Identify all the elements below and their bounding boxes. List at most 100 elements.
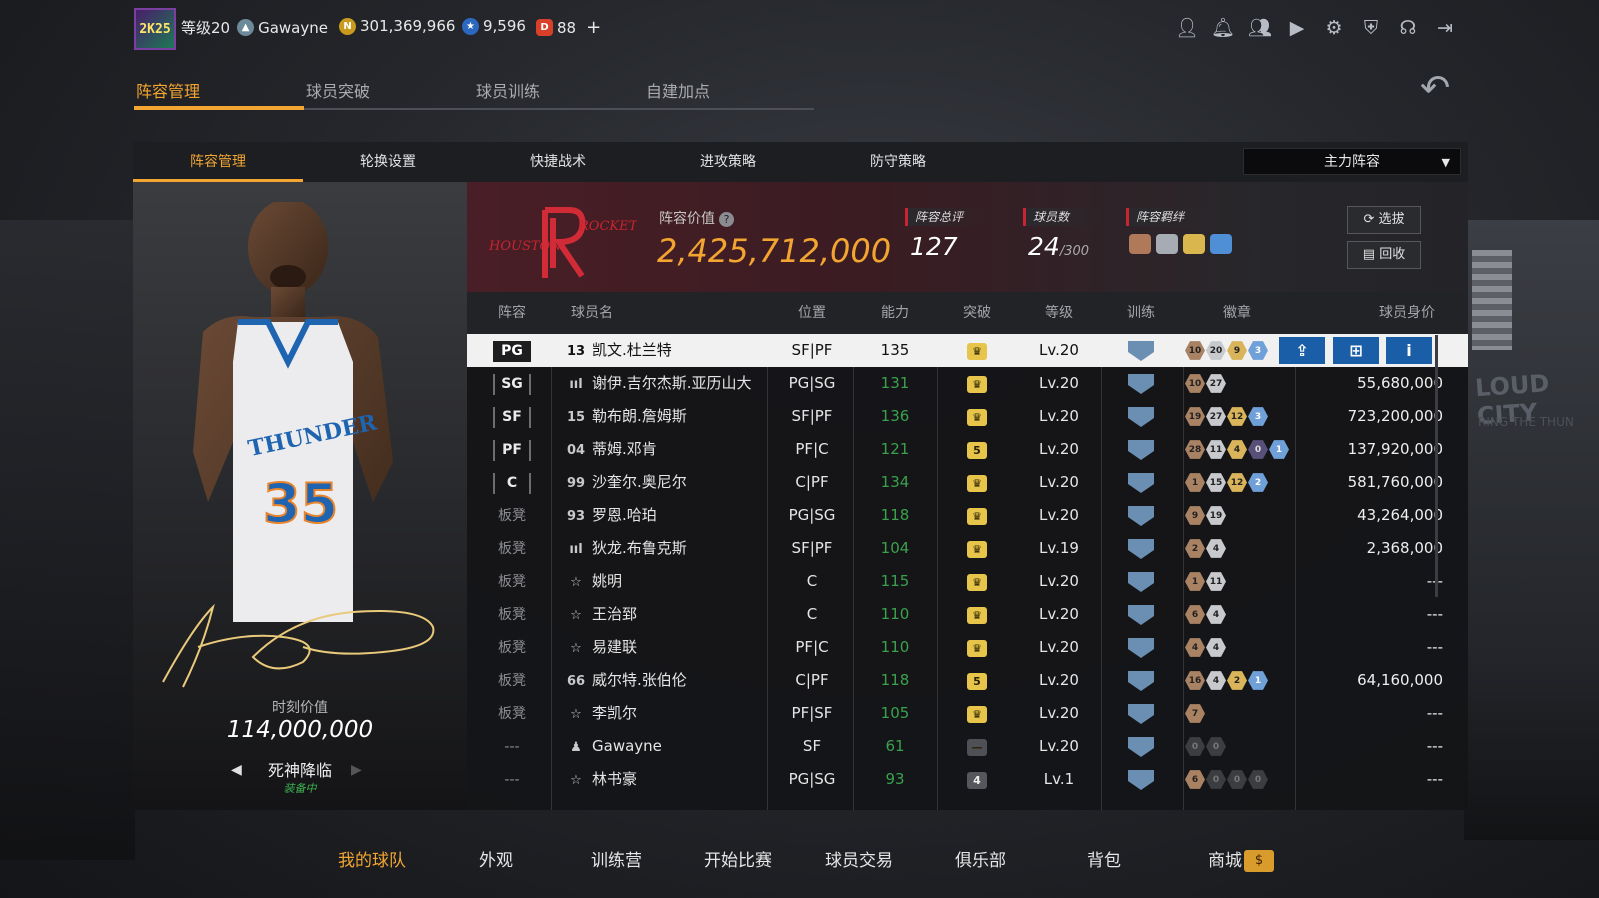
breakthrough-cell[interactable]: — [937,730,1017,763]
select-button[interactable]: ⟳ 选拔 [1347,206,1421,234]
lineup-slot[interactable]: PG [477,334,547,367]
training-cell[interactable] [1101,466,1181,499]
table-row[interactable]: SG ııl 谢伊.吉尔杰斯.亚历山大 PG|SG 131 ♛ Lv.20 10 27 55,68… [467,367,1468,400]
badge-list[interactable]: 00 [1185,730,1227,763]
nav-player-trade[interactable]: 球员交易 [825,846,893,871]
badge-list[interactable]: 10 27 [1185,367,1227,400]
training-cell[interactable] [1101,400,1181,433]
nav-club[interactable]: 俱乐部 [955,846,1006,871]
table-row[interactable]: SF 15 勒布朗.詹姆斯 SF|PF 136 ♛ Lv.20 19 27 12 3 723,200,… [467,400,1468,433]
video-icon[interactable]: ▶ [1285,16,1309,40]
table-row[interactable]: 板凳 ☆ 王治郅 C 110 ♛ Lv.20 6 4 --- [467,598,1468,631]
badge-list[interactable]: 6000 [1185,763,1269,796]
player-name-cell[interactable]: ☆ 林书豪 [565,763,765,796]
table-row[interactable]: PF 04 蒂姆.邓肯 PF|C 121 5 Lv.20 28 11 4 0 1 137,920,000 [467,433,1468,466]
col-name[interactable]: 球员名 [567,292,617,334]
breakthrough-cell[interactable]: 5 [937,664,1017,697]
table-row[interactable]: 板凳☆姚明C115♛Lv.20111--- [467,565,1468,598]
badge-list[interactable]: 64 [1185,598,1227,631]
player-name-cell[interactable]: ııl 狄龙.布鲁克斯 [565,532,765,565]
table-row[interactable]: C 99 沙奎尔.奥尼尔 C|PF 134 ♛ Lv.20 1 15 12 2 581,760,000 [467,466,1468,499]
bonds-icons[interactable] [1126,234,1232,254]
badge-list[interactable]: 16 4 2 1 [1185,664,1269,697]
player-name-cell[interactable]: 93 罗恩.哈珀 [565,499,765,532]
bond-silver-icon[interactable] [1156,234,1178,254]
avatar[interactable]: 2K25 [134,8,176,50]
table-row[interactable]: --- ☆ 林书豪 PG|SG 93 4 Lv.1 6 0 0 0 --- [467,763,1468,796]
table-row[interactable]: 板凳 ☆ 易建联 PF|C 110 ♛ Lv.20 4 4 --- [467,631,1468,664]
badge-list[interactable]: 9 19 [1185,499,1227,532]
badge-list[interactable]: 7 [1185,697,1206,730]
table-row[interactable]: --- ♟ Gawayne SF 61 — Lv.20 0 0 --- [467,730,1468,763]
subtab-rotation[interactable]: 轮换设置 [303,142,473,182]
breakthrough-cell[interactable]: ♛ [937,565,1017,598]
player-name-cell[interactable]: 15 勒布朗.詹姆斯 [565,400,765,433]
col-breakthrough[interactable]: 突破 [937,292,1017,334]
back-icon[interactable]: ↶ [1420,68,1450,109]
trade-icon[interactable]: ⇪ [1279,337,1325,364]
friends-icon[interactable]: 👥︎ [1248,16,1272,40]
lineup-slot[interactable]: 板凳 [477,631,547,664]
user-icon[interactable]: 👤︎ [1175,16,1199,40]
player-name-cell[interactable]: ☆ 李凯尔 [565,697,765,730]
tab-custom-points[interactable]: 自建加点 [644,70,814,110]
training-cell[interactable] [1101,532,1181,565]
lineup-slot[interactable]: 板凳 [477,664,547,697]
table-row[interactable]: 板凳 66 威尔特.张伯伦 C|PF 118 5 Lv.20 16 4 2 1 64,160,000 [467,664,1468,697]
col-position[interactable]: 位置 [772,292,852,334]
col-badges[interactable]: 徽章 [1197,292,1277,334]
player-name-cell[interactable]: 13 凯文.杜兰特 [565,334,765,367]
training-cell[interactable] [1101,334,1181,367]
tab-breakthrough[interactable]: 球员突破 [304,70,474,110]
player-name-cell[interactable]: 66 威尔特.张伯伦 [565,664,765,697]
nav-backpack[interactable]: 背包 [1087,846,1121,871]
breakthrough-cell[interactable]: ♛ [937,532,1017,565]
lineup-slot[interactable]: 板凳 [477,697,547,730]
lineup-slot[interactable]: 板凳 [477,532,547,565]
breakthrough-cell[interactable]: ♛ [937,367,1017,400]
badge-list[interactable]: 24 [1185,532,1227,565]
lineup-dropdown[interactable]: 主力阵容 ▼ [1243,148,1461,175]
tab-lineup[interactable]: 阵容管理 [134,70,304,110]
breakthrough-cell[interactable]: ♛ [937,334,1017,367]
lineup-slot[interactable]: 板凳 [477,598,547,631]
lineup-slot[interactable]: C [477,466,547,499]
col-training[interactable]: 训练 [1101,292,1181,334]
subtab-quick-tactics[interactable]: 快捷战术 [473,142,643,182]
nav-start-game[interactable]: 开始比赛 [704,846,772,871]
badge-list[interactable]: 44 [1185,631,1227,664]
training-cell[interactable] [1101,598,1181,631]
lineup-slot[interactable]: --- [477,763,547,796]
recycle-button[interactable]: ▤ 回收 [1347,241,1421,269]
table-row[interactable]: 板凳 93 罗恩.哈珀 PG|SG 118 ♛ Lv.20 9 19 43,264,000 [467,499,1468,532]
lineup-slot[interactable]: SF [477,400,547,433]
badge-list[interactable]: 19 27 12 3 [1185,400,1269,433]
nav-shop[interactable]: 商城 $ [1208,846,1274,872]
lineup-slot[interactable]: 板凳 [477,565,547,598]
badge-list[interactable]: 1 15 12 2 [1185,466,1269,499]
headset-icon[interactable]: ☊ [1396,16,1420,40]
add-ticket-button[interactable]: + [586,17,601,38]
badge-list[interactable]: 28 11 4 0 1 [1185,433,1290,466]
training-cell[interactable] [1101,664,1181,697]
player-name-cell[interactable]: 99 沙奎尔.奥尼尔 [565,466,765,499]
training-cell[interactable] [1101,730,1181,763]
nav-training-camp[interactable]: 训练营 [591,846,642,871]
breakthrough-cell[interactable]: ♛ [937,499,1017,532]
subtab-lineup[interactable]: 阵容管理 [133,142,303,182]
player-name-cell[interactable]: ☆ 王治郅 [565,598,765,631]
breakthrough-cell[interactable]: ♛ [937,697,1017,730]
breakthrough-cell[interactable]: ♛ [937,400,1017,433]
bond-blue-icon[interactable] [1210,234,1232,254]
col-power[interactable]: 能力 [855,292,935,334]
player-name-cell[interactable]: ☆ 姚明 [565,565,765,598]
breakthrough-cell[interactable]: ♛ [937,598,1017,631]
bond-gold-icon[interactable] [1183,234,1205,254]
nav-my-team[interactable]: 我的球队 [338,846,406,871]
lineup-slot[interactable]: SG [477,367,547,400]
info-icon[interactable]: i [1386,337,1432,364]
bell-icon[interactable]: 🔔︎ [1211,16,1235,40]
exit-icon[interactable]: ⇥ [1433,16,1457,40]
tab-training[interactable]: 球员训练 [474,70,644,110]
player-card[interactable]: THUNDER 35 时刻价值 114,000,000 ◀ ▶ 死神降临 装备中 [133,182,467,810]
